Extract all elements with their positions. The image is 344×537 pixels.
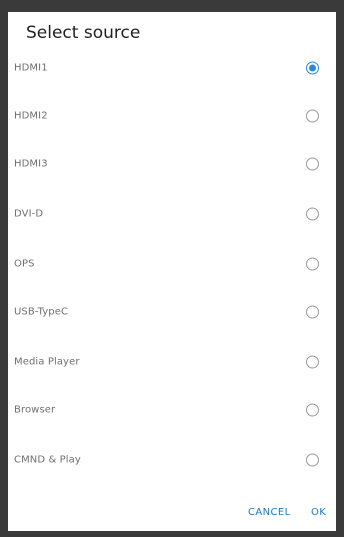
radio-button[interactable]: [306, 207, 319, 221]
radio-button[interactable]: [306, 257, 319, 271]
source-option-dvi-d[interactable]: DVI-D: [8, 194, 336, 234]
option-label: USB-TypeC: [14, 306, 69, 318]
source-option-hdmi2[interactable]: HDMI2: [8, 96, 336, 136]
dialog-title: Select source: [26, 23, 141, 43]
source-option-media-player[interactable]: Media Player: [8, 342, 336, 382]
radio-dot: [309, 64, 316, 72]
option-label: Media Player: [14, 356, 80, 368]
radio-button[interactable]: [306, 305, 319, 319]
radio-button-selected[interactable]: [306, 61, 319, 75]
cancel-button[interactable]: CANCEL: [248, 502, 291, 524]
source-option-hdmi1[interactable]: HDMI1: [8, 48, 336, 88]
option-label: HDMI3: [14, 158, 48, 170]
option-label: DVI-D: [14, 208, 44, 220]
source-option-browser[interactable]: Browser: [8, 390, 336, 430]
source-option-cmnd-play[interactable]: CMND & Play: [8, 440, 336, 480]
radio-button[interactable]: [306, 109, 319, 123]
source-option-hdmi3[interactable]: HDMI3: [8, 144, 336, 184]
select-source-dialog: Select source HDMI1 HDMI2 HDMI3 DVI-D OP…: [8, 12, 336, 531]
option-label: CMND & Play: [14, 454, 81, 466]
ok-button[interactable]: OK: [311, 502, 326, 524]
option-label: Browser: [14, 404, 56, 416]
source-option-ops[interactable]: OPS: [8, 244, 336, 284]
radio-button[interactable]: [306, 157, 319, 171]
radio-button[interactable]: [306, 403, 319, 417]
screen-backdrop: Select source HDMI1 HDMI2 HDMI3 DVI-D OP…: [0, 0, 344, 537]
dialog-actions: CANCEL OK: [8, 502, 336, 524]
radio-button[interactable]: [306, 355, 319, 369]
radio-button[interactable]: [306, 453, 319, 467]
source-option-usb-typec[interactable]: USB-TypeC: [8, 292, 336, 332]
option-label: OPS: [14, 258, 35, 270]
option-label: HDMI1: [14, 62, 48, 74]
option-label: HDMI2: [14, 110, 48, 122]
